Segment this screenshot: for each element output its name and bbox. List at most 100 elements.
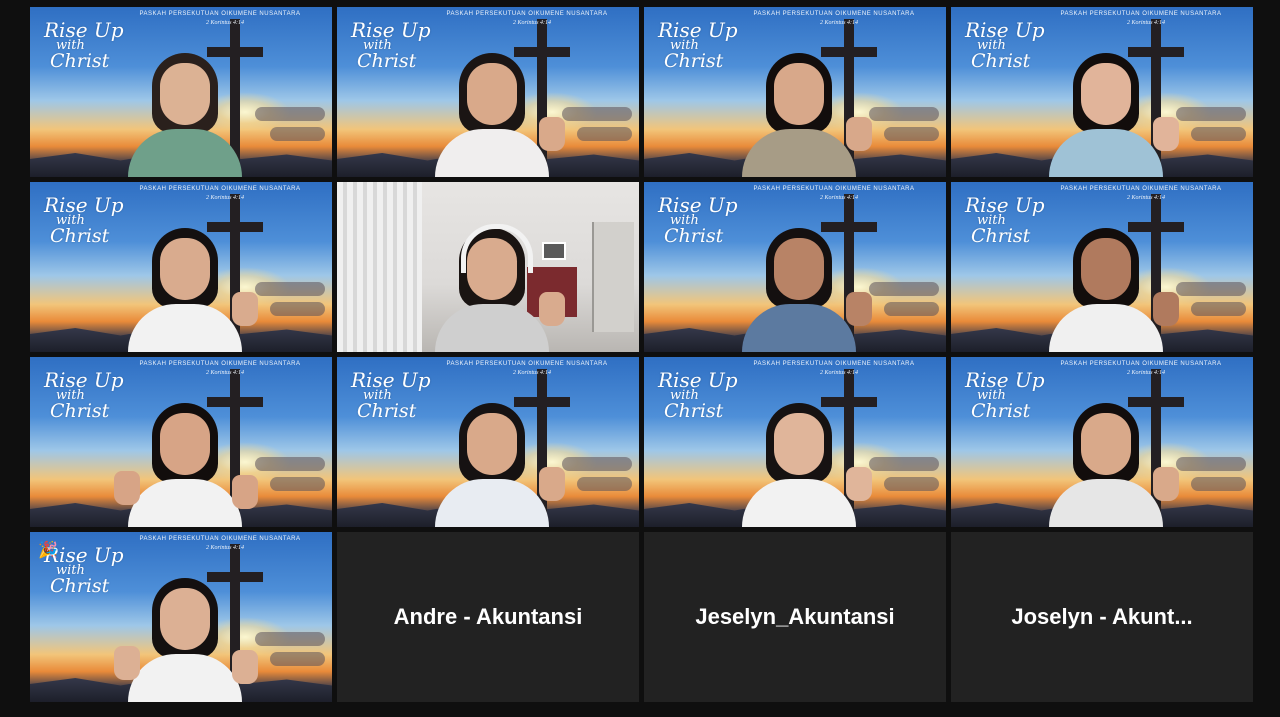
participant-body [1049,304,1163,352]
cloud [270,302,325,316]
participant-face [774,413,824,475]
cloud [255,632,325,646]
logo-line-3: Christ [50,50,110,73]
event-banner-text: PASKAH PERSEKUTUAN OIKUMENE NUSANTARA [753,361,915,367]
verse-text: 2 Korintus 4:14 [205,370,244,376]
headphones-icon [461,224,533,273]
verse-text: 2 Korintus 4:14 [819,195,858,201]
participant-tile[interactable]: PASKAH PERSEKUTUAN OIKUMENE NUSANTARA 2 K… [644,7,946,177]
verse-text: 2 Korintus 4:14 [1126,370,1165,376]
cloud [1176,282,1246,296]
cloud [255,282,325,296]
participant-tile[interactable]: PASKAH PERSEKUTUAN OIKUMENE NUSANTARA 2 K… [30,7,332,177]
cloud [577,477,632,491]
participant-body [435,304,549,352]
participant-body [435,129,549,177]
cloud [884,477,939,491]
participant-tile[interactable]: PASKAH PERSEKUTUAN OIKUMENE NUSANTARA 2 K… [951,7,1253,177]
cloud [1176,107,1246,121]
participant-video [1041,222,1179,352]
rise-up-logo: Rise Up with Christ [351,370,431,421]
thumbs-up-gesture [114,471,140,505]
cloud [1191,127,1246,141]
participant-tile-name-only[interactable]: Joselyn - Akunt... [951,532,1253,702]
cloud [562,107,632,121]
event-banner-text: PASKAH PERSEKUTUAN OIKUMENE NUSANTARA [139,186,301,192]
participant-video [734,222,872,352]
participant-body [1049,479,1163,527]
logo-line-3: Christ [971,225,1031,248]
curtain [337,182,422,352]
cloud [255,107,325,121]
cloud [1191,302,1246,316]
thumbs-up-gesture [1153,467,1179,501]
thumbs-up-gesture [846,292,872,326]
logo-line-3: Christ [664,400,724,423]
participant-face [774,238,824,300]
event-banner-text: PASKAH PERSEKUTUAN OIKUMENE NUSANTARA [1060,186,1222,192]
participant-tile[interactable]: PASKAH PERSEKUTUAN OIKUMENE NUSANTARA 2 K… [951,182,1253,352]
gallery-view-grid: PASKAH PERSEKUTUAN OIKUMENE NUSANTARA 2 K… [30,7,1254,703]
participant-face [160,238,210,300]
participant-body [742,304,856,352]
rise-up-logo: Rise Up with Christ [658,370,738,423]
participant-face [160,413,210,475]
participant-body [435,479,549,527]
event-banner-text: PASKAH PERSEKUTUAN OIKUMENE NUSANTARA [1060,11,1222,17]
event-banner-text: PASKAH PERSEKUTUAN OIKUMENE NUSANTARA [446,11,608,17]
door [592,222,634,332]
participant-tile[interactable]: PASKAH PERSEKUTUAN OIKUMENE NUSANTARA 2 K… [644,182,946,352]
thumbs-up-gesture [846,117,872,151]
participant-tile-name-only[interactable]: Andre - Akuntansi [337,532,639,702]
participant-face [1081,413,1131,475]
verse-text: 2 Korintus 4:14 [205,545,244,551]
thumbs-up-gesture [1153,117,1179,151]
rise-up-logo: Rise Up with Christ [44,20,124,73]
participant-video [427,397,565,527]
verse-text: 2 Korintus 4:14 [819,20,858,26]
participant-face [1081,63,1131,125]
participant-tile[interactable]: PASKAH PERSEKUTUAN OIKUMENE NUSANTARA 2 K… [337,357,639,527]
active-speaker-tile[interactable]: PASKAH PERSEKUTUAN OIKUMENE NUSANTARA 2 K… [337,7,639,177]
rise-up-logo: Rise Up with Christ [965,20,1045,71]
participant-tile-name-only[interactable]: Jeselyn_Akuntansi [644,532,946,702]
event-banner-text: PASKAH PERSEKUTUAN OIKUMENE NUSANTARA [139,536,301,542]
participant-video [427,222,565,352]
thumbs-up-gesture [539,117,565,151]
rise-up-logo: Rise Up with Christ [965,370,1045,421]
thumbs-up-gesture [846,467,872,501]
cloud [869,282,939,296]
participant-video [1041,397,1179,527]
event-banner-text: PASKAH PERSEKUTUAN OIKUMENE NUSANTARA [139,361,301,367]
participant-body [128,654,242,702]
cloud [869,107,939,121]
rise-up-logo: Rise Up with Christ [658,20,738,71]
participant-tile[interactable]: PASKAH PERSEKUTUAN OIKUMENE NUSANTARA 2 K… [30,357,332,527]
rise-up-logo: Rise Up with Christ [44,195,124,248]
rise-up-logo: Rise Up with Christ [351,20,431,73]
participant-video [120,47,250,177]
cloud [884,127,939,141]
participant-body [128,129,242,177]
participant-tile[interactable]: PASKAH PERSEKUTUAN OIKUMENE NUSANTARA 2 K… [30,182,332,352]
thumbs-up-gesture [1153,292,1179,326]
participant-face [160,588,210,650]
thumbs-up-gesture [539,467,565,501]
participant-tile[interactable]: PASKAH PERSEKUTUAN OIKUMENE NUSANTARA 2 K… [951,357,1253,527]
participant-tile[interactable] [337,182,639,352]
logo-line-3: Christ [357,50,417,73]
participant-name: Andre - Akuntansi [393,604,583,629]
rise-up-logo: Rise Up with Christ [658,195,738,246]
verse-text: 2 Korintus 4:14 [205,195,244,201]
participant-tile[interactable]: PASKAH PERSEKUTUAN OIKUMENE NUSANTARA 2 K… [644,357,946,527]
participant-name: Jeselyn_Akuntansi [695,604,895,629]
cloud [270,652,325,666]
logo-line-3: Christ [50,225,110,248]
cloud [1176,457,1246,471]
participant-face [774,63,824,125]
event-banner-text: PASKAH PERSEKUTUAN OIKUMENE NUSANTARA [753,11,915,17]
participant-body [742,129,856,177]
participant-face [467,413,517,475]
participant-face [160,63,210,125]
participant-tile[interactable]: PASKAH PERSEKUTUAN OIKUMENE NUSANTARA 2 K… [30,532,332,702]
